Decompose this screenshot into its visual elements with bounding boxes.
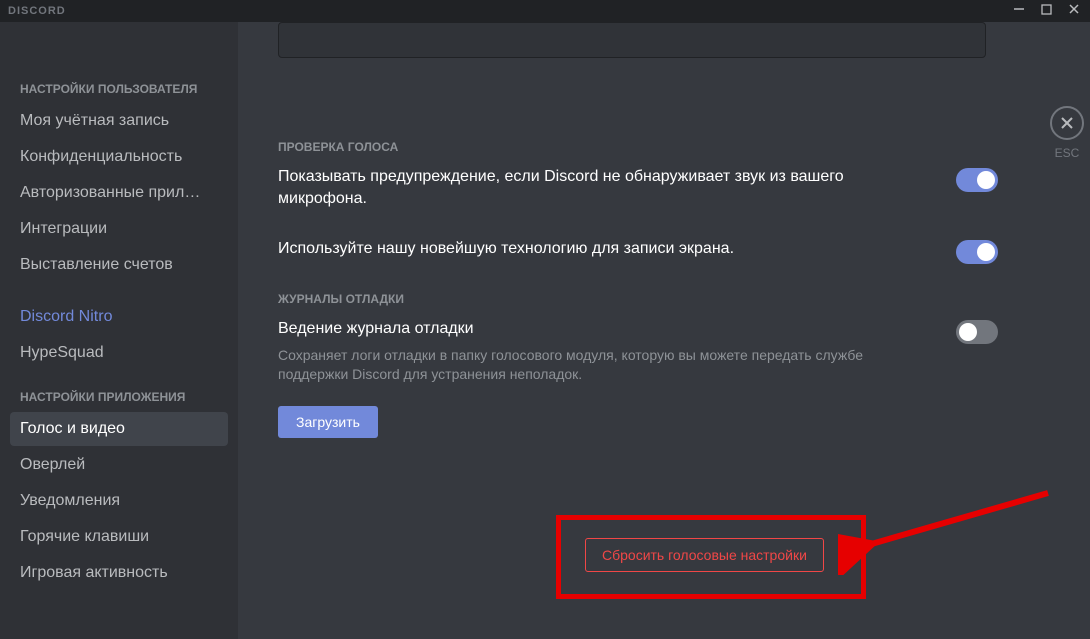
toggle-mic-warning[interactable] [956,168,998,192]
search-placeholder-box[interactable] [278,22,986,58]
sidebar-item-privacy[interactable]: Конфиденциальность [10,140,228,174]
reset-voice-button[interactable]: Сбросить голосовые настройки [585,538,824,572]
minimize-icon[interactable] [1013,2,1025,20]
sidebar-item-my-account[interactable]: Моя учётная запись [10,104,228,138]
setting-debug-log: Ведение журнала отладки Сохраняет логи о… [278,318,998,384]
sidebar-item-nitro[interactable]: Discord Nitro [10,300,228,334]
sidebar-item-hypesquad[interactable]: HypeSquad [10,336,228,370]
sidebar-item-notifications[interactable]: Уведомления [10,484,228,518]
toggle-screen-tech[interactable] [956,240,998,264]
setting-screen-tech-label: Используйте нашу новейшую технологию для… [278,238,936,260]
sidebar-item-integrations[interactable]: Интеграции [10,212,228,246]
annotation-highlight-box: Сбросить голосовые настройки [556,515,866,599]
setting-mic-warning: Показывать предупреждение, если Discord … [278,166,998,210]
sidebar-item-keybinds[interactable]: Горячие клавиши [10,520,228,554]
sidebar-item-overlay[interactable]: Оверлей [10,448,228,482]
toggle-debug-log[interactable] [956,320,998,344]
maximize-icon[interactable] [1041,2,1052,20]
sidebar-item-billing[interactable]: Выставление счетов [10,248,228,282]
esc-label: ESC [1050,146,1084,160]
download-button[interactable]: Загрузить [278,406,378,438]
window-controls [1013,2,1086,20]
esc-close: ESC [1050,106,1084,160]
section-header-debug: ЖУРНАЛЫ ОТЛАДКИ [278,292,1050,306]
settings-sidebar: НАСТРОЙКИ ПОЛЬЗОВАТЕЛЯ Моя учётная запис… [0,22,238,639]
titlebar: DISCORD [0,0,1090,22]
sidebar-item-voice-video[interactable]: Голос и видео [10,412,228,446]
content-area: ПРОВЕРКА ГОЛОСА Показывать предупреждени… [238,22,1090,639]
sidebar-item-game-activity[interactable]: Игровая активность [10,556,228,590]
app-wordmark: DISCORD [8,5,66,17]
setting-screen-tech: Используйте нашу новейшую технологию для… [278,238,998,264]
setting-mic-warning-label: Показывать предупреждение, если Discord … [278,166,936,210]
annotation-arrow-icon [838,485,1058,575]
section-header-voice-check: ПРОВЕРКА ГОЛОСА [278,140,1050,154]
setting-debug-log-title: Ведение журнала отладки [278,318,936,340]
close-settings-button[interactable] [1050,106,1084,140]
close-icon[interactable] [1068,2,1080,20]
sidebar-header-user: НАСТРОЙКИ ПОЛЬЗОВАТЕЛЯ [0,72,238,102]
sidebar-item-authorized-apps[interactable]: Авторизованные прил… [10,176,228,210]
setting-debug-log-desc: Сохраняет логи отладки в папку голосовог… [278,346,936,384]
sidebar-header-app: НАСТРОЙКИ ПРИЛОЖЕНИЯ [0,380,238,410]
